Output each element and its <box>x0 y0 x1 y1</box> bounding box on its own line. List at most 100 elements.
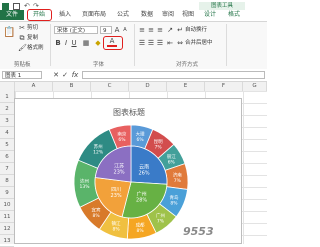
shrink-font-icon[interactable]: A <box>121 26 129 34</box>
outer-ring-label: 大理 <box>136 130 145 137</box>
cut-icon[interactable]: ✂ <box>18 24 26 32</box>
tab-format[interactable]: 格式 <box>223 10 245 20</box>
insert-function-icon[interactable]: fx <box>70 71 80 79</box>
select-all-corner[interactable] <box>0 82 15 91</box>
home-tab-highlight <box>27 9 52 21</box>
format-painter-button[interactable]: 格式刷 <box>27 45 44 52</box>
outer-ring-label: 昆明 <box>154 139 163 145</box>
row-header[interactable]: 13 <box>0 235 14 247</box>
column-header[interactable]: A <box>15 82 53 91</box>
wrap-text-button[interactable]: 自动换行 <box>185 27 207 34</box>
row-header[interactable]: 2 <box>0 103 14 115</box>
align-middle-icon[interactable]: ≡ <box>147 26 155 34</box>
merge-center-button[interactable]: 合并后居中 <box>185 40 213 47</box>
font-size-select[interactable]: 9 <box>100 26 112 34</box>
outer-ring-label: 镇江 <box>112 220 121 227</box>
column-header[interactable]: C <box>91 82 129 91</box>
column-header[interactable]: B <box>53 82 91 91</box>
outer-ring-label: 丽江 <box>167 153 176 160</box>
tab-page-layout[interactable]: 页面布局 <box>78 10 110 20</box>
outer-ring-percent: 7% <box>155 145 163 151</box>
row-header[interactable]: 12 <box>0 223 14 235</box>
column-header[interactable]: E <box>167 82 205 91</box>
cut-button[interactable]: 剪切 <box>27 25 38 32</box>
outer-ring-label: 广州 <box>156 212 165 219</box>
row-header[interactable]: 3 <box>0 115 14 127</box>
tab-data[interactable]: 数据 <box>136 10 158 20</box>
column-header[interactable]: F <box>205 82 243 91</box>
outer-ring-label: 南京 <box>117 130 126 137</box>
tab-view[interactable]: 视图 <box>178 10 198 20</box>
row-header[interactable]: 1 <box>0 91 14 103</box>
row-header[interactable]: 9 <box>0 187 14 199</box>
ribbon: 📋 ✂ 剪切 ⧉ 复制 🖌 格式刷 剪贴板 宋体 (正文) 9 A A B I … <box>0 21 267 71</box>
font-name-select[interactable]: 宋体 (正文) <box>54 26 98 34</box>
formula-input[interactable] <box>82 71 265 79</box>
align-center-icon[interactable]: ☰ <box>147 39 155 47</box>
clipboard-group-label: 剪贴板 <box>14 62 31 68</box>
outer-ring-percent: 6% <box>118 137 126 143</box>
outer-ring-percent: 12% <box>93 150 104 156</box>
outer-ring-label: 济南 <box>173 171 182 178</box>
inner-ring-label: 江苏 <box>114 162 124 169</box>
font-color-highlight <box>103 36 123 50</box>
outer-ring-percent: 7% <box>174 178 182 184</box>
chart-tools-label: 图表工具 <box>199 2 245 10</box>
wrap-text-icon[interactable]: ↵ <box>176 26 184 34</box>
orientation-icon[interactable]: ↗ <box>166 26 174 34</box>
title-bar: ↶ ↷ 图表工具 文件 开始 插入 页面布局 公式 数据 审阅 视图 设计 格式 <box>0 0 267 22</box>
row-header[interactable]: 8 <box>0 175 14 187</box>
decrease-indent-icon[interactable]: ⇤ <box>166 39 174 47</box>
copy-icon[interactable]: ⧉ <box>18 34 26 42</box>
outer-ring-percent: 6% <box>137 137 145 143</box>
outer-ring-percent: 8% <box>170 200 178 206</box>
inner-ring-percent: 28% <box>136 198 147 204</box>
format-painter-icon[interactable]: 🖌 <box>18 44 27 52</box>
align-left-icon[interactable]: ☰ <box>138 39 146 47</box>
inner-ring-percent: 23% <box>114 169 125 175</box>
grow-font-icon[interactable]: A <box>113 26 121 34</box>
save-icon[interactable] <box>13 3 20 10</box>
row-header[interactable]: 10 <box>0 199 14 211</box>
alignment-group-label: 对齐方式 <box>176 62 199 68</box>
column-header[interactable]: D <box>129 82 167 91</box>
outer-ring-label: 成都 <box>136 222 145 229</box>
tab-review[interactable]: 审阅 <box>158 10 178 20</box>
tab-design[interactable]: 设计 <box>199 10 221 20</box>
outer-ring-percent: 8% <box>112 227 120 233</box>
fill-color-icon[interactable]: ◆ <box>94 39 102 47</box>
copy-button[interactable]: 复制 <box>27 35 38 42</box>
row-header[interactable]: 6 <box>0 151 14 163</box>
inner-ring-label: 广州 <box>137 191 147 198</box>
align-top-icon[interactable]: ≡ <box>138 26 146 34</box>
merge-center-icon[interactable]: ⇔ <box>176 39 184 47</box>
cancel-icon[interactable]: ✕ <box>52 71 60 79</box>
watermark-text: 9553 <box>183 225 214 238</box>
excel-logo-icon <box>2 3 9 10</box>
outer-ring-percent: 8% <box>92 213 100 219</box>
name-box[interactable]: 图表 1 <box>2 71 42 79</box>
row-header[interactable]: 11 <box>0 211 14 223</box>
column-header[interactable]: G <box>243 82 267 91</box>
enter-icon[interactable]: ✓ <box>61 71 69 79</box>
italic-icon[interactable]: I <box>62 39 70 47</box>
row-header[interactable]: 7 <box>0 163 14 175</box>
tab-formulas[interactable]: 公式 <box>112 10 134 20</box>
row-headers: 1 2 3 4 5 6 7 8 9 10 11 12 13 <box>0 91 15 247</box>
outer-ring-percent: 13% <box>80 184 91 190</box>
tab-insert[interactable]: 插入 <box>54 10 76 20</box>
row-header[interactable]: 5 <box>0 139 14 151</box>
border-icon[interactable]: ▦ <box>82 39 90 47</box>
underline-icon[interactable]: U <box>70 39 78 47</box>
outer-ring-percent: 8% <box>137 228 145 234</box>
font-group-label: 字体 <box>93 62 105 68</box>
paste-icon[interactable]: 📋 <box>3 26 15 40</box>
align-right-icon[interactable]: ☰ <box>156 39 164 47</box>
doughnut-chart[interactable]: 大理6% 昆明7%丽江6%济南7%青岛8%广州7%成都8%镇江8%宜宾8%达州13… <box>15 99 243 245</box>
tab-file[interactable]: 文件 <box>0 10 24 20</box>
bold-icon[interactable]: B <box>54 39 62 47</box>
chart-area[interactable]: 图表标题 大理 6% 昆明 7% 丽江 6% 济南 7% 青岛 8% 广州 7% 成都 8% 镇江 8% 宜宾 8… <box>14 98 242 244</box>
row-header[interactable]: 4 <box>0 127 14 139</box>
ribbon-separator <box>226 24 227 66</box>
align-bottom-icon[interactable]: ≡ <box>156 26 164 34</box>
